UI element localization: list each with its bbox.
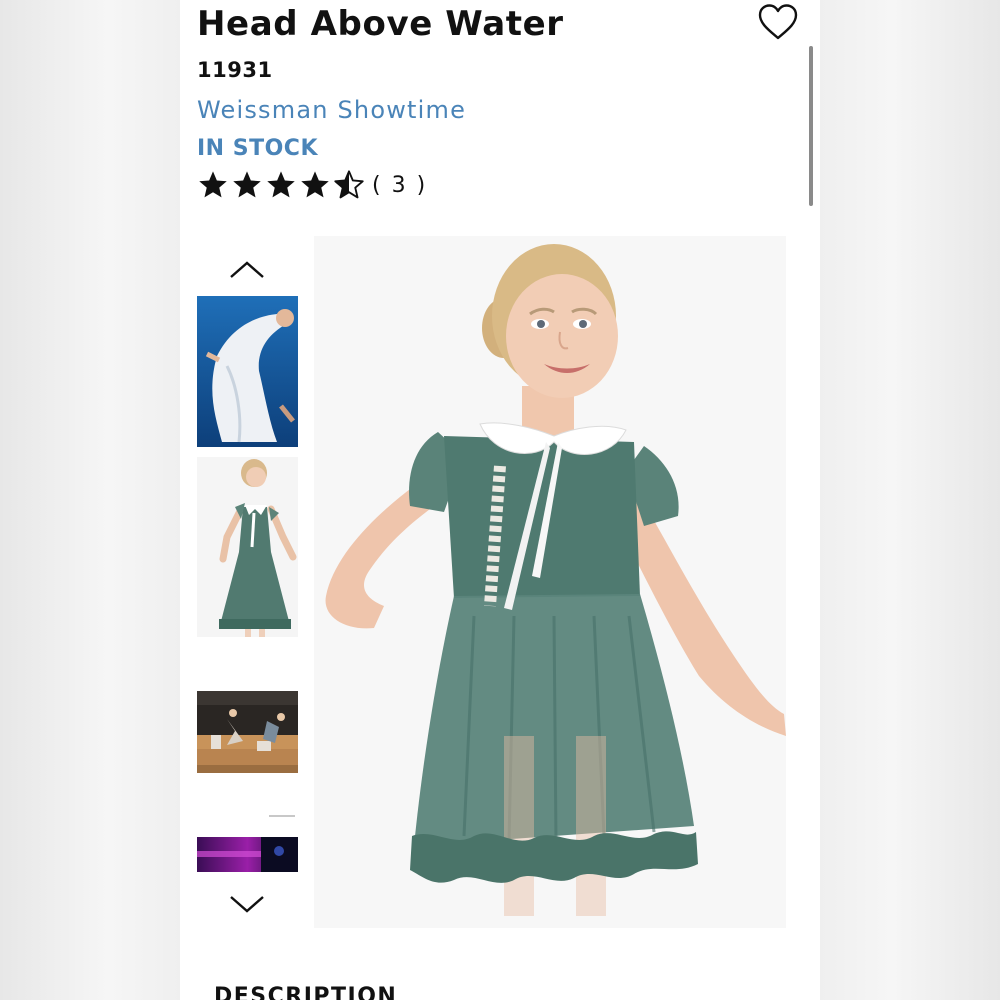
main-product-image[interactable]: [314, 236, 786, 928]
heart-icon: [758, 4, 798, 40]
brand-link[interactable]: Weissman Showtime: [197, 96, 466, 124]
star-icon: [267, 171, 295, 198]
gallery-next-button[interactable]: [227, 893, 267, 917]
thumbnail-white-dress-dancer[interactable]: [197, 296, 298, 447]
star-half-icon: [334, 170, 364, 199]
scrollbar[interactable]: [809, 46, 813, 206]
wishlist-button[interactable]: [756, 2, 800, 42]
background-left: [0, 0, 180, 1000]
thumbnail-blank[interactable]: [197, 805, 298, 825]
star-icon: [233, 171, 261, 198]
stock-status: IN STOCK: [197, 136, 319, 161]
description-heading[interactable]: DESCRIPTION: [214, 984, 397, 1000]
thumbnail-green-dress-girl[interactable]: [197, 457, 298, 637]
thumbnail-purple-stage[interactable]: [197, 837, 298, 872]
product-page: Head Above Water 11931 Weissman Showtime…: [180, 0, 820, 1000]
background-right: [820, 0, 1000, 1000]
product-title: Head Above Water: [197, 4, 564, 44]
gallery-prev-button[interactable]: [227, 257, 267, 281]
chevron-up-icon: [230, 261, 264, 278]
star-icon: [301, 171, 329, 198]
rating-count[interactable]: ( 3 ): [372, 173, 427, 198]
product-photo: [314, 236, 786, 928]
star-icon: [199, 171, 227, 198]
thumbnail-stage-dancers[interactable]: [197, 691, 298, 773]
product-sku: 11931: [197, 58, 273, 82]
chevron-down-icon: [230, 896, 264, 913]
rating-stars[interactable]: ( 3 ): [196, 168, 427, 202]
